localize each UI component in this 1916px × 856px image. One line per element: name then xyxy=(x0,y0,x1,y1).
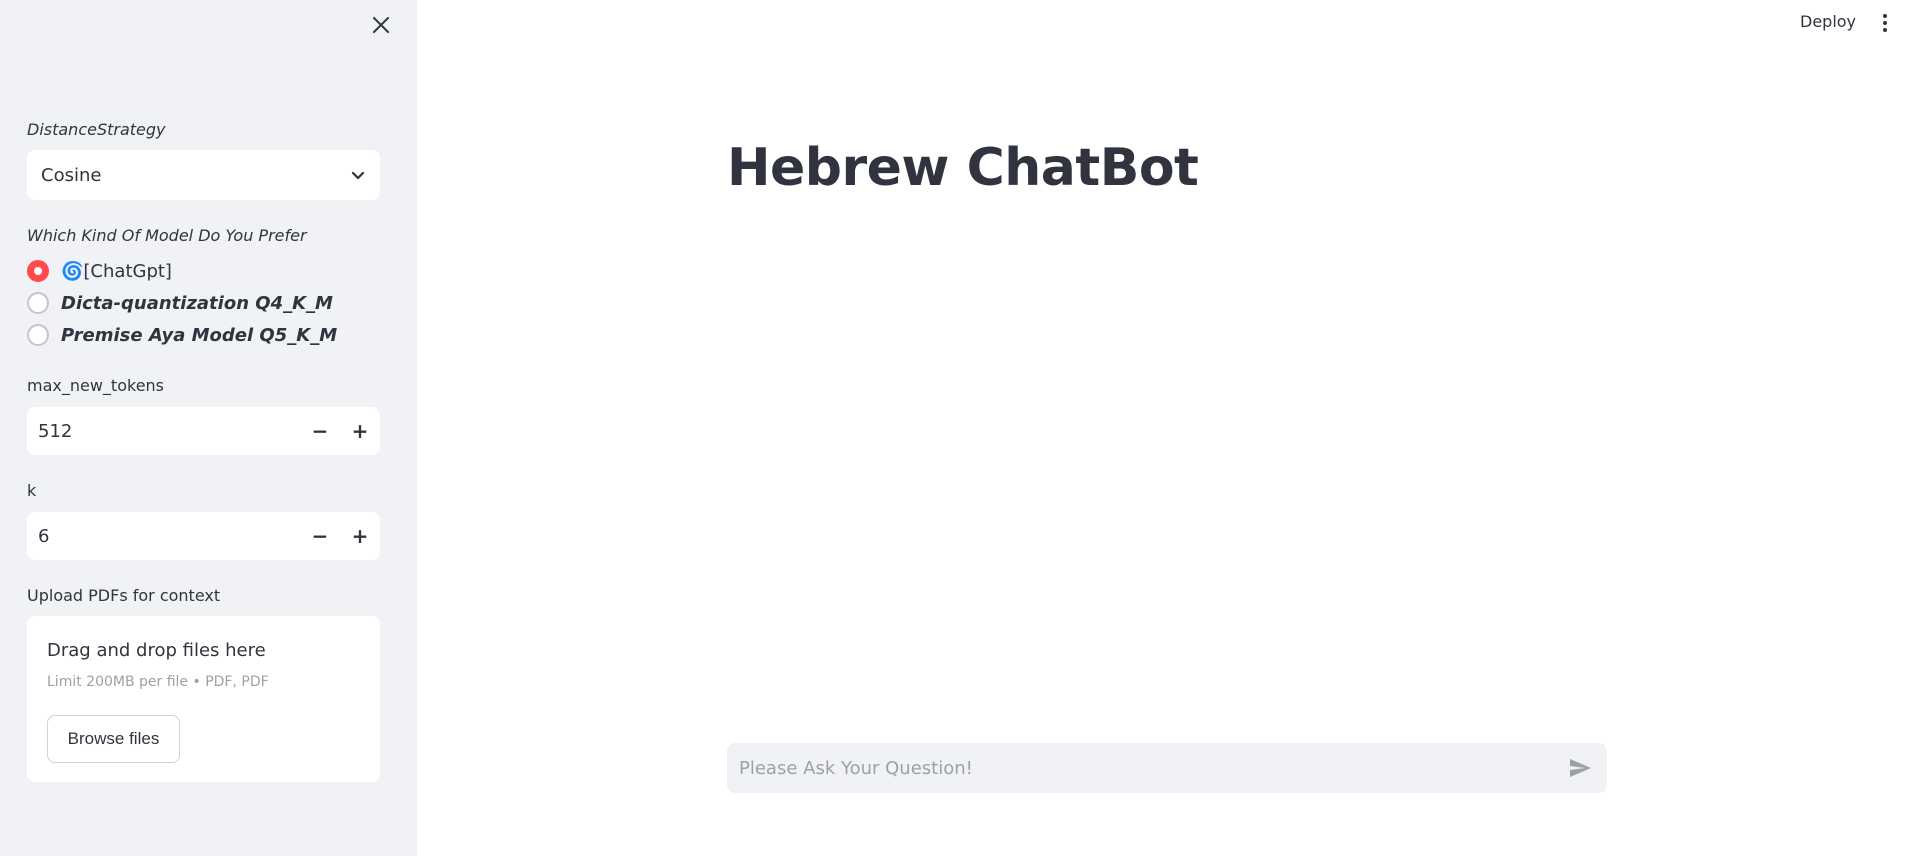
dropzone-text: Drag and drop files here xyxy=(47,640,266,661)
distance-strategy-select[interactable]: Cosine xyxy=(27,150,380,200)
page-title: Hebrew ChatBot xyxy=(727,138,1199,198)
chat-input-container xyxy=(727,743,1607,793)
decrement-button[interactable]: − xyxy=(300,512,340,560)
browse-files-button[interactable]: Browse files xyxy=(47,715,180,763)
sidebar: DistanceStrategy Cosine Which Kind Of Mo… xyxy=(0,0,417,856)
increment-button[interactable]: + xyxy=(340,512,380,560)
kebab-dot xyxy=(1883,21,1887,25)
kebab-dot xyxy=(1883,14,1887,18)
radio-option-chatgpt[interactable]: 🌀[ChatGpt] xyxy=(27,260,172,282)
k-value[interactable]: 6 xyxy=(27,526,300,547)
dropzone-limit-text: Limit 200MB per file • PDF, PDF xyxy=(47,674,269,690)
radio-option-label: Dicta-quantization Q4_K_M xyxy=(61,292,333,314)
max-new-tokens-input[interactable]: 512 − + xyxy=(27,407,380,455)
distance-strategy-value: Cosine xyxy=(41,164,102,186)
main-menu-button[interactable] xyxy=(1878,10,1892,36)
close-icon xyxy=(373,17,389,33)
max-new-tokens-label: max_new_tokens xyxy=(27,376,165,395)
send-button[interactable] xyxy=(1565,753,1595,783)
radio-button[interactable] xyxy=(27,260,49,282)
chevron-down-icon xyxy=(351,171,365,180)
decrement-button[interactable]: − xyxy=(300,407,340,455)
radio-option-aya[interactable]: Premise Aya Model Q5_K_M xyxy=(27,324,337,346)
upload-label: Upload PDFs for context xyxy=(27,586,221,605)
chat-input[interactable] xyxy=(739,757,1565,779)
k-label: k xyxy=(27,481,37,500)
max-new-tokens-value[interactable]: 512 xyxy=(27,421,300,442)
close-sidebar-button[interactable] xyxy=(366,10,396,40)
send-icon xyxy=(1570,759,1591,777)
kebab-dot xyxy=(1883,28,1887,32)
radio-button[interactable] xyxy=(27,324,49,346)
increment-button[interactable]: + xyxy=(340,407,380,455)
file-dropzone[interactable]: Drag and drop files here Limit 200MB per… xyxy=(27,616,380,782)
k-input[interactable]: 6 − + xyxy=(27,512,380,560)
radio-option-label: Premise Aya Model Q5_K_M xyxy=(61,324,338,346)
model-preference-label: Which Kind Of Model Do You Prefer xyxy=(27,226,307,245)
deploy-button[interactable]: Deploy xyxy=(1800,12,1856,31)
radio-option-label: 🌀[ChatGpt] xyxy=(61,260,172,282)
radio-button[interactable] xyxy=(27,292,49,314)
distance-strategy-label: DistanceStrategy xyxy=(27,120,166,139)
radio-option-dicta[interactable]: Dicta-quantization Q4_K_M xyxy=(27,292,333,314)
